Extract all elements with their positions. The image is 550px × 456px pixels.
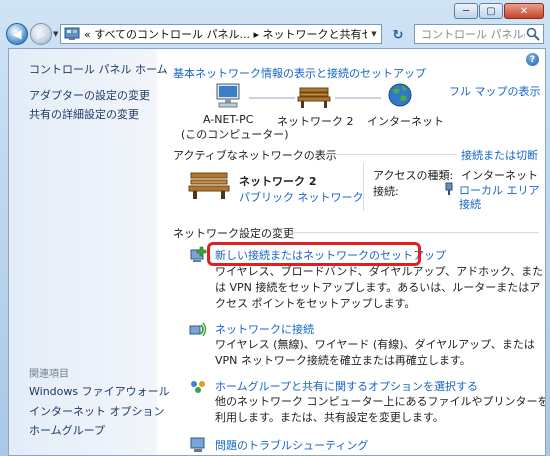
close-button[interactable]: ✕ <box>504 3 544 19</box>
sidebar-item-homegroup[interactable]: ホームグループ <box>29 422 105 438</box>
connect-network-icon <box>189 322 207 337</box>
globe-icon <box>388 83 412 107</box>
sidebar-item-internet-options[interactable]: インターネット オプション <box>29 403 165 419</box>
content-area: コントロール パネル ホーム アダプターの設定の変更 共有の詳細設定の変更 関連… <box>8 48 546 456</box>
sidebar-item-firewall[interactable]: Windows ファイアウォール <box>29 383 170 399</box>
question-icon: ? <box>529 54 536 65</box>
related-heading: 関連項目 <box>29 369 69 380</box>
sidebar-item-adapter-settings[interactable]: アダプターの設定の変更 <box>29 87 150 103</box>
explorer-window: ─ ▢ ✕ ◀ ▶ ▼ « すべてのコントロール パネル... ▸ ネットワーク… <box>0 0 550 456</box>
search-icon <box>526 27 540 41</box>
task-new-connection-desc: ワイヤレス、ブロードバンド、ダイヤルアップ、アドホック、または VPN 接続をセ… <box>215 265 544 310</box>
bench-network-icon <box>297 87 331 108</box>
highlight-box <box>207 242 421 266</box>
forward-button[interactable]: ▶ <box>30 23 52 45</box>
recent-pages-dropdown[interactable]: ▼ <box>53 30 58 38</box>
back-button[interactable]: ◀ <box>6 23 28 45</box>
active-networks-heading: アクティブなネットワークの表示 <box>173 149 337 162</box>
map-pc-name: A-NET-PC <box>203 113 254 126</box>
full-map-link[interactable]: フル マップの表示 <box>449 83 541 99</box>
arrow-right-icon: ▶ <box>36 27 46 41</box>
change-settings-heading: ネットワーク設定の変更 <box>173 227 294 240</box>
bench-network-large-icon <box>188 172 230 199</box>
sidebar-item-control-panel-home[interactable]: コントロール パネル ホーム <box>29 61 168 77</box>
network-type-link[interactable]: パブリック ネットワーク <box>239 189 364 205</box>
connection-label: 接続: <box>373 185 399 198</box>
map-internet-label: インターネット <box>367 115 444 128</box>
new-connection-icon <box>190 246 207 262</box>
navigation-toolbar: ◀ ▶ ▼ « すべてのコントロール パネル... ▸ ネットワークと共有センタ… <box>0 22 550 48</box>
sidebar: コントロール パネル ホーム アダプターの設定の変更 共有の詳細設定の変更 関連… <box>9 49 170 455</box>
task-homegroup-link[interactable]: ホームグループと共有に関するオプションを選択する <box>215 378 478 394</box>
section-divider <box>327 154 457 155</box>
connect-disconnect-link[interactable]: 接続または切断 <box>461 147 538 163</box>
maximize-button[interactable]: ▢ <box>479 3 503 19</box>
refresh-icon: ↻ <box>392 27 404 43</box>
map-pc-sub: (このコンピューター) <box>181 128 289 141</box>
task-connect-desc: ワイヤレス (無線)、ワイヤード (有線)、ダイヤルアップ、または VPN ネッ… <box>215 338 535 367</box>
control-panel-icon <box>64 27 80 40</box>
access-type-label: アクセスの種類: <box>373 169 454 182</box>
task-homegroup-desc: 他のネットワーク コンピューター上にあるファイルやプリンターを利用します。または… <box>215 395 546 424</box>
address-text: « すべてのコントロール パネル... ▸ ネットワークと共有センター <box>84 28 367 41</box>
task-troubleshoot-link[interactable]: 問題のトラブルシューティング <box>215 437 368 453</box>
title-bar: ─ ▢ ✕ <box>0 0 550 22</box>
address-bar[interactable]: « すべてのコントロール パネル... ▸ ネットワークと共有センター ▼ <box>60 24 382 44</box>
access-type-value: インターネット <box>461 169 538 182</box>
map-connector-1 <box>249 97 295 99</box>
active-network-name: ネットワーク 2 <box>239 175 317 188</box>
search-input[interactable]: コントロール パネルの... <box>415 26 525 42</box>
connection-link-line-2[interactable]: 接続 <box>459 196 481 212</box>
refresh-button[interactable]: ↻ <box>387 26 409 44</box>
lan-plug-icon <box>445 182 453 195</box>
task-connect-link[interactable]: ネットワークに接続 <box>215 321 314 337</box>
header-link[interactable]: 基本ネットワーク情報の表示と接続のセットアップ <box>173 65 426 81</box>
address-dropdown-icon[interactable]: ▼ <box>367 30 381 38</box>
homegroup-icon <box>191 381 205 393</box>
minimize-button[interactable]: ─ <box>454 3 478 19</box>
troubleshoot-icon <box>190 437 205 452</box>
map-connector-2 <box>335 97 381 99</box>
search-box[interactable]: コントロール パネルの... <box>414 24 544 44</box>
arrow-left-icon: ◀ <box>12 27 22 41</box>
computer-icon <box>216 83 240 108</box>
help-button[interactable]: ? <box>526 53 539 66</box>
vertical-divider <box>363 163 364 211</box>
sidebar-item-advanced-sharing[interactable]: 共有の詳細設定の変更 <box>29 106 139 122</box>
map-network-name: ネットワーク 2 <box>277 115 354 128</box>
section-divider <box>289 232 539 233</box>
main-pane: ? 基本ネットワーク情報の表示と接続のセットアップ フル マップの表示 A-NE… <box>157 49 546 455</box>
